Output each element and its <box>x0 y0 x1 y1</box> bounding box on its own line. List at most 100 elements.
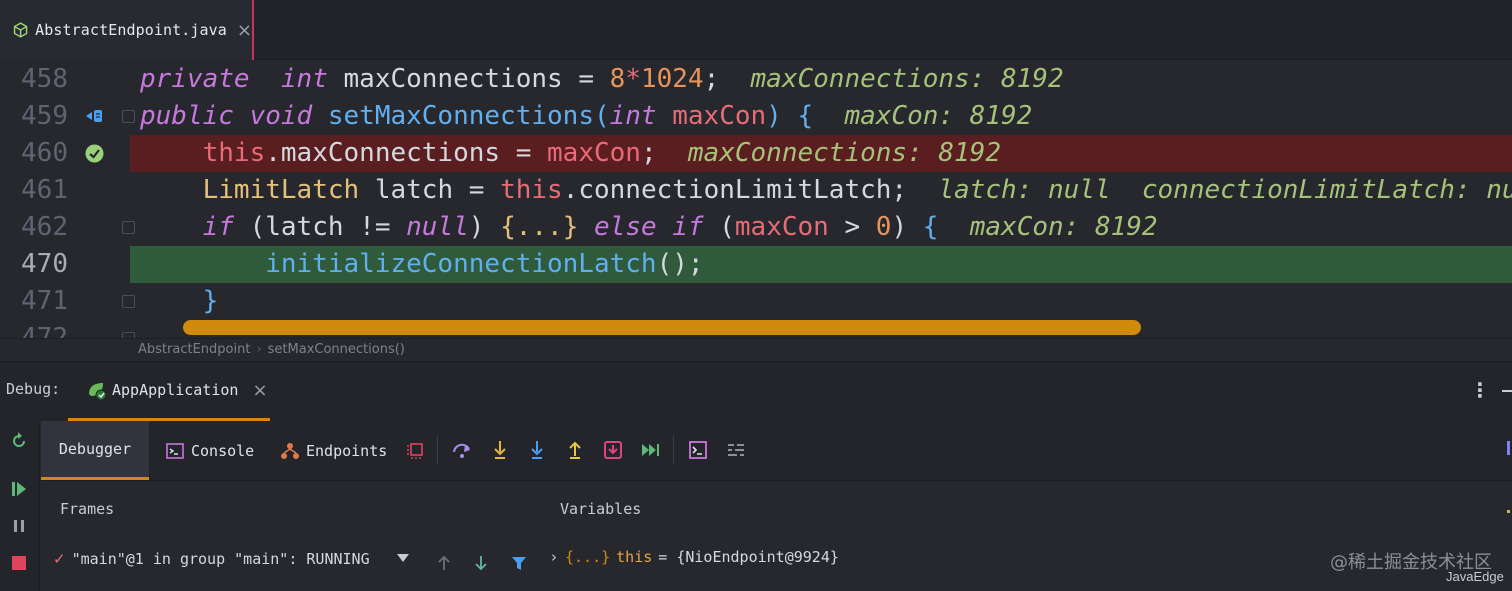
drop-frame-button[interactable] <box>601 438 625 462</box>
line-number[interactable]: 471 <box>0 283 68 320</box>
minimize-icon[interactable] <box>1502 390 1512 392</box>
evaluate-expression-button[interactable] <box>686 438 710 462</box>
code-text: initializeConnectionLatch(); <box>140 246 704 283</box>
code-token: {...} <box>500 212 579 242</box>
trace-settings-button[interactable] <box>724 438 748 462</box>
line-number[interactable]: 462 <box>0 209 68 246</box>
show-execution-point-button[interactable] <box>403 438 427 462</box>
tab-endpoints-label: Endpoints <box>306 441 388 460</box>
watermark-sub: JavaEdge <box>1446 569 1504 584</box>
code-line[interactable]: 459 public void setMaxConnections(int max… <box>0 98 1512 135</box>
step-out-button[interactable] <box>563 438 587 462</box>
execution-point-icon <box>407 443 423 459</box>
inline-debug-value: latch: null connectionLimitLatch: null <box>938 175 1512 205</box>
trace-icon <box>728 444 744 456</box>
run-to-cursor-button[interactable] <box>638 438 662 462</box>
run-config-label: AppApplication <box>112 381 239 399</box>
code-token: else if <box>594 212 704 242</box>
run-config-tab[interactable]: AppApplication × <box>68 362 270 421</box>
toolbar-separator <box>673 435 674 465</box>
inline-debug-value: maxConnections: 8192 <box>750 64 1064 94</box>
step-over-icon <box>453 443 470 458</box>
chevron-right-icon[interactable]: › <box>551 548 557 566</box>
code-token: { <box>922 212 939 242</box>
code-token: (); <box>656 249 704 279</box>
resume-button[interactable] <box>7 477 31 501</box>
rerun-button[interactable] <box>7 429 31 453</box>
stop-button[interactable] <box>7 551 31 575</box>
code-line[interactable]: 458 private int maxConnections = 8*1024; … <box>0 61 1512 98</box>
code-line[interactable]: 462 if (latch != null) {...} else if (ma… <box>0 209 1512 246</box>
code-token: this <box>202 138 266 168</box>
side-indicator <box>1507 441 1510 455</box>
code-token: .maxConnections = <box>265 138 548 168</box>
code-token: int <box>280 64 328 94</box>
line-number[interactable]: 461 <box>0 172 68 209</box>
pause-button[interactable] <box>7 514 31 538</box>
tab-label: AbstractEndpoint.java <box>35 21 227 39</box>
fold-icon[interactable] <box>122 110 135 123</box>
tab-console[interactable]: Console <box>165 421 254 480</box>
variable-row[interactable]: › {...} this = {NioEndpoint@9924} <box>551 548 839 566</box>
fold-icon[interactable] <box>122 221 135 234</box>
force-step-into-button[interactable] <box>525 438 549 462</box>
code-text: if (latch != null) {...} else if (maxCon… <box>140 209 1158 246</box>
line-number[interactable]: 470 <box>0 246 68 283</box>
code-token: latch != <box>265 212 407 242</box>
code-line[interactable]: 470 initializeConnectionLatch(); <box>0 246 1512 283</box>
line-number[interactable]: 459 <box>0 98 68 135</box>
code-token: 8 <box>609 64 626 94</box>
more-options-icon[interactable]: ⋮ <box>1470 378 1490 402</box>
breadcrumb-separator: › <box>256 342 262 357</box>
arrow-up-icon <box>438 555 450 570</box>
code-token: maxConnections = <box>327 64 610 94</box>
code-token: private <box>140 64 250 94</box>
code-line[interactable]: 460 this.maxConnections = maxCon; maxCon… <box>0 135 1512 172</box>
variable-value: = {NioEndpoint@9924} <box>658 548 839 566</box>
code-token: if <box>202 212 234 242</box>
code-token: ) <box>468 212 501 242</box>
next-frame-button[interactable] <box>470 552 492 574</box>
tab-abstract-endpoint[interactable]: AbstractEndpoint.java × <box>0 0 254 60</box>
breadcrumb-class[interactable]: AbstractEndpoint <box>138 342 250 357</box>
inline-debug-value: maxConnections: 8192 <box>687 138 1001 168</box>
code-token: ; <box>703 64 751 94</box>
code-line[interactable]: 461 LimitLatch latch = this.connectionLi… <box>0 172 1512 209</box>
breadcrumb-method[interactable]: setMaxConnections() <box>268 342 405 357</box>
thread-selector[interactable]: ✓ "main"@1 in group "main": RUNNING <box>53 550 370 568</box>
breakpoint-verified-icon[interactable] <box>84 143 105 164</box>
line-number[interactable]: 460 <box>0 135 68 172</box>
step-over-button[interactable] <box>450 438 474 462</box>
resume-icon <box>12 482 26 496</box>
pause-icon <box>14 520 24 532</box>
code-token: maxCon <box>734 212 829 242</box>
code-token: ) <box>891 212 923 242</box>
implements-method-icon[interactable] <box>84 106 105 127</box>
debugger-toolbar: Debugger Console Endpoints <box>41 421 1512 481</box>
code-token: this <box>500 175 563 205</box>
fold-icon[interactable] <box>122 295 135 308</box>
close-icon[interactable]: × <box>252 380 267 401</box>
close-icon[interactable]: × <box>237 20 252 41</box>
step-into-button[interactable] <box>488 438 512 462</box>
horizontal-scrollbar[interactable] <box>183 320 1141 335</box>
code-line[interactable]: 471 } <box>0 283 1512 320</box>
line-number[interactable]: 458 <box>0 61 68 98</box>
chevron-down-icon[interactable] <box>397 554 409 562</box>
code-text: } <box>140 283 219 320</box>
tab-endpoints[interactable]: Endpoints <box>280 421 387 480</box>
code-token: ( <box>233 212 266 242</box>
code-token: LimitLatch <box>202 175 360 205</box>
line-number[interactable]: 472 <box>0 320 68 338</box>
code-token: latch = <box>359 175 501 205</box>
tab-debugger[interactable]: Debugger <box>41 421 149 480</box>
debugger-panels: Frames Variables ✓ "main"@1 in group "ma… <box>41 482 1512 591</box>
filter-frames-button[interactable] <box>508 552 530 574</box>
arrow-down-icon <box>475 556 487 571</box>
previous-frame-button[interactable] <box>433 552 455 574</box>
code-editor[interactable]: 458 private int maxConnections = 8*1024; … <box>0 61 1512 338</box>
object-icon: {...} <box>565 548 611 566</box>
